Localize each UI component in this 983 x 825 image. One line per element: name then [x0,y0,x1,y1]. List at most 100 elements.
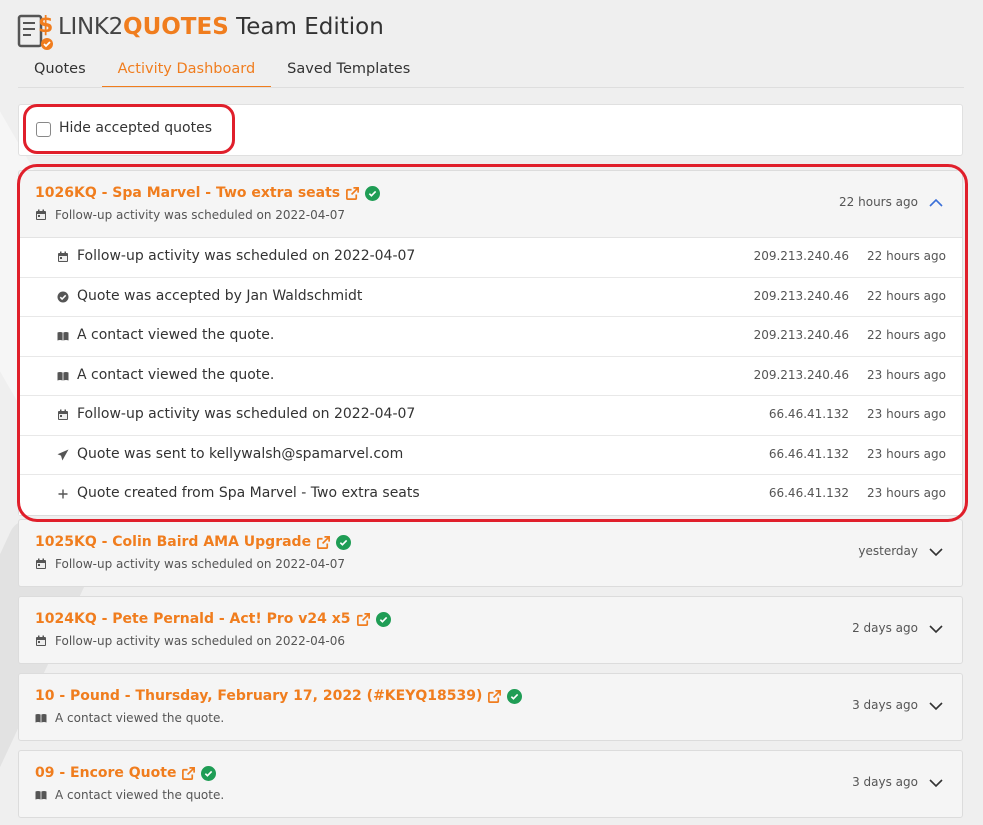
quote-time: 3 days ago [852,698,918,712]
book-open-icon [35,714,47,723]
activity-time: 23 hours ago [867,367,946,382]
activity-text: A contact viewed the quote. [77,327,275,343]
activity-ip: 209.213.240.46 [753,249,849,263]
tab-saved-templates[interactable]: Saved Templates [271,54,426,88]
external-link-icon[interactable] [487,689,502,704]
activity-row: Follow-up activity was scheduled on 2022… [19,238,962,278]
calendar-icon [36,209,46,220]
chevron-down-icon[interactable] [928,621,944,637]
activity-time: 23 hours ago [867,446,946,461]
external-link-icon[interactable] [181,766,196,781]
activity-time: 22 hours ago [867,328,946,342]
quote-subtitle: Follow-up activity was scheduled on 2022… [35,557,345,571]
svg-text:$: $ [38,13,53,38]
activity-list: Follow-up activity was scheduled on 2022… [19,237,962,515]
quote-time: yesterday [858,544,918,558]
activity-time: 23 hours ago [867,407,946,421]
quote-time: 3 days ago [852,775,918,789]
plus-icon [58,489,68,499]
calendar-icon [36,635,46,646]
accepted-check-icon [507,688,523,704]
quote-title-row: 09 - Encore Quote [35,765,217,781]
accepted-check-icon [375,611,391,627]
quote-title-row: 10 - Pound - Thursday, February 17, 2022… [35,688,523,704]
quote-title[interactable]: 09 - Encore Quote [35,765,176,781]
book-open-icon [35,791,47,800]
calendar-icon [36,558,46,569]
quote-subtitle-text: A contact viewed the quote. [55,711,225,725]
tab-divider [18,87,964,88]
activity-row: Quote was sent to kellywalsh@spamarvel.c… [19,436,962,475]
activity-text: Quote was accepted by Jan Waldschmidt [77,287,363,304]
check-circle-icon [57,291,69,302]
accepted-check-icon [201,765,217,781]
activity-time: 22 hours ago [867,288,946,303]
quote-title[interactable]: 1026KQ - Spa Marvel - Two extra seats [35,185,340,201]
quote-card-header[interactable]: 09 - Encore Quote A contact viewed the q… [19,751,962,817]
chevron-down-icon[interactable] [928,775,944,791]
chevron-down-icon[interactable] [928,698,944,714]
activity-text: Follow-up activity was scheduled on 2022… [77,406,416,422]
quote-subtitle: Follow-up activity was scheduled on 2022… [35,634,345,648]
activity-row: A contact viewed the quote. 209.213.240.… [19,357,962,396]
activity-ip: 66.46.41.132 [768,446,849,461]
calendar-icon [58,409,68,420]
accepted-check-icon [336,534,352,550]
app-title: LINK2QUOTES Team Edition [58,12,384,42]
quote-card-header[interactable]: 10 - Pound - Thursday, February 17, 2022… [19,674,962,740]
tab-quotes[interactable]: Quotes [18,54,102,88]
quote-subtitle-text: Follow-up activity was scheduled on 2022… [55,634,345,648]
quote-time: 2 days ago [852,621,918,635]
chevron-down-icon[interactable] [928,544,944,560]
quote-subtitle-text: Follow-up activity was scheduled on 2022… [55,557,345,571]
activity-ip: 209.213.240.46 [753,367,849,382]
quote-subtitle-text: A contact viewed the quote. [55,788,225,802]
activity-ip: 209.213.240.46 [753,328,849,342]
activity-row: Quote was accepted by Jan Waldschmidt 20… [19,278,962,317]
brand-part-quotes: QUOTES [123,14,229,40]
paper-plane-icon [57,449,69,460]
app-logo-icon: $ [17,13,53,50]
activity-time: 22 hours ago [867,249,946,263]
external-link-icon[interactable] [356,612,371,627]
quote-card: 1025KQ - Colin Baird AMA Upgrade Follow-… [18,519,963,587]
quote-title[interactable]: 1025KQ - Colin Baird AMA Upgrade [35,534,311,550]
activity-ip: 66.46.41.132 [768,407,849,421]
quote-card: 09 - Encore Quote A contact viewed the q… [18,750,963,818]
activity-ip: 209.213.240.46 [753,288,849,303]
quote-card: 10 - Pound - Thursday, February 17, 2022… [18,673,963,741]
brand-part-edition: Team Edition [228,14,384,40]
tab-bar: Quotes Activity Dashboard Saved Template… [18,54,426,88]
tab-activity-dashboard[interactable]: Activity Dashboard [101,54,272,88]
quote-title[interactable]: 1024KQ - Pete Pernald - Act! Pro v24 x5 [35,611,351,627]
quote-card: 1024KQ - Pete Pernald - Act! Pro v24 x5 … [18,596,963,664]
activity-text: Follow-up activity was scheduled on 2022… [77,248,416,264]
quote-card: 1026KQ - Spa Marvel - Two extra seats Fo… [18,170,963,516]
quote-time: 22 hours ago [839,195,918,209]
app-header: $ LINK2QUOTES Team Edition [0,0,983,54]
activity-ip: 66.46.41.132 [768,486,849,500]
activity-row: A contact viewed the quote. 209.213.240.… [19,317,962,357]
hide-accepted-checkbox[interactable] [36,122,51,137]
accepted-check-icon [365,185,381,201]
quote-subtitle-text: Follow-up activity was scheduled on 2022… [55,208,345,222]
external-link-icon[interactable] [345,186,360,201]
calendar-icon [58,251,68,262]
external-link-icon[interactable] [316,535,331,550]
filter-panel: Hide accepted quotes [18,104,963,156]
quote-card-header[interactable]: 1025KQ - Colin Baird AMA Upgrade Follow-… [19,520,962,586]
activity-text: Quote was sent to kellywalsh@spamarvel.c… [77,445,404,462]
quote-title-row: 1024KQ - Pete Pernald - Act! Pro v24 x5 [35,611,391,627]
activity-time: 23 hours ago [867,486,946,500]
activity-row: Follow-up activity was scheduled on 2022… [19,396,962,436]
quote-title-row: 1026KQ - Spa Marvel - Two extra seats [35,185,381,201]
quote-card-header[interactable]: 1026KQ - Spa Marvel - Two extra seats Fo… [19,171,962,237]
activity-row: Quote created from Spa Marvel - Two extr… [19,475,962,515]
hide-accepted-label[interactable]: Hide accepted quotes [59,120,212,136]
chevron-up-icon[interactable] [928,195,944,211]
quote-card-header[interactable]: 1024KQ - Pete Pernald - Act! Pro v24 x5 … [19,597,962,663]
quote-subtitle: A contact viewed the quote. [35,711,224,725]
activity-text: A contact viewed the quote. [77,366,275,383]
activity-text: Quote created from Spa Marvel - Two extr… [77,485,420,501]
quote-title[interactable]: 10 - Pound - Thursday, February 17, 2022… [35,688,482,704]
